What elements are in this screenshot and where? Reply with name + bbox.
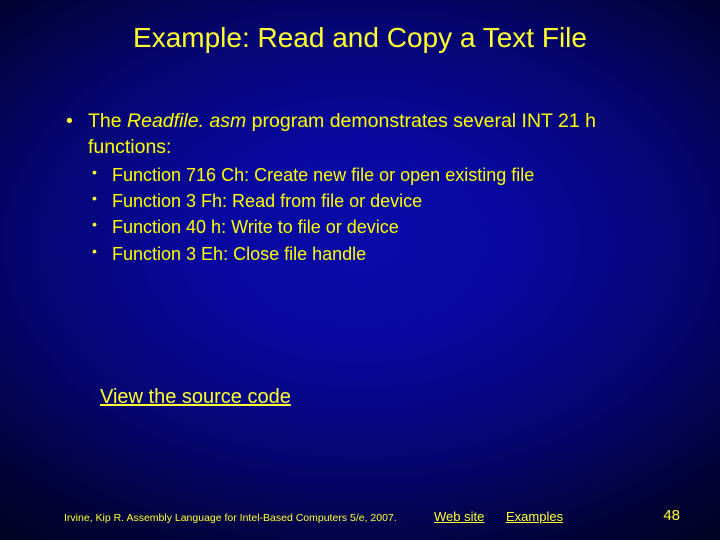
intro-text-a: The bbox=[88, 110, 127, 132]
examples-link[interactable]: Examples bbox=[506, 509, 563, 524]
bullet-level2: Function 716 Ch: Create new file or open… bbox=[88, 163, 670, 187]
bullet-level2: Function 40 h: Write to file or device bbox=[88, 215, 670, 239]
bullet-level2: Function 3 Fh: Read from file or device bbox=[88, 189, 670, 213]
bullet-level2: Function 3 Eh: Close file handle bbox=[88, 242, 670, 266]
view-source-link[interactable]: View the source code bbox=[100, 386, 291, 409]
slide-body: The Readfile. asm program demonstrates s… bbox=[64, 108, 670, 268]
page-number: 48 bbox=[663, 507, 680, 524]
footer: Irvine, Kip R. Assembly Language for Int… bbox=[64, 506, 680, 524]
bullet-level1: The Readfile. asm program demonstrates s… bbox=[64, 108, 670, 161]
slide: Example: Read and Copy a Text File The R… bbox=[0, 0, 720, 540]
intro-filename: Readfile. asm bbox=[127, 110, 246, 132]
slide-title: Example: Read and Copy a Text File bbox=[0, 22, 720, 54]
copyright-text: Irvine, Kip R. Assembly Language for Int… bbox=[64, 512, 397, 524]
website-link[interactable]: Web site bbox=[434, 509, 484, 524]
